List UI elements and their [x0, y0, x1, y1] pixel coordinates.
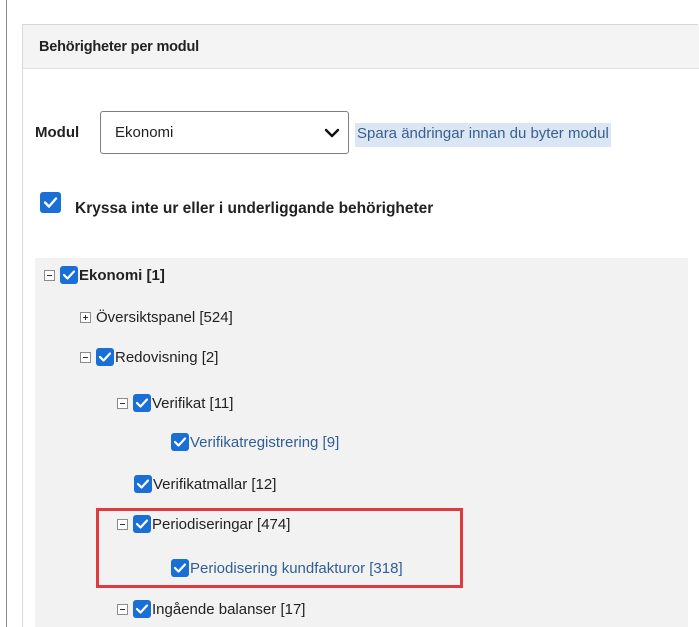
chevron-down-icon: [324, 128, 340, 138]
tree-checkbox[interactable]: [134, 475, 152, 493]
tree-node-label: Ingående balanser [17]: [152, 600, 306, 618]
tree-node-verifikatmallar: Verifikatmallar [12]: [134, 472, 276, 496]
tree-node-label: Redovisning [2]: [115, 348, 219, 366]
keep-permissions-label: Kryssa inte ur eller i underliggande beh…: [75, 200, 434, 217]
tree-node-label: Översiktspanel [524]: [96, 308, 233, 326]
checkmark-icon: [173, 437, 187, 447]
panel-header: Behörigheter per modul: [23, 25, 699, 69]
tree-checkbox[interactable]: [96, 348, 114, 366]
tree-checkbox[interactable]: [171, 433, 189, 451]
checkmark-icon: [135, 604, 149, 614]
tree-node-verifikatregistrering: Verifikatregistrering [9]: [171, 430, 339, 454]
collapse-icon[interactable]: [44, 269, 55, 281]
tree-node-verifikat: Verifikat [11]: [117, 391, 233, 415]
tree-node-ingaende-balanser: Ingående balanser [17]: [117, 597, 305, 621]
keep-permissions-checkbox[interactable]: [40, 192, 61, 213]
module-select[interactable]: Ekonomi: [100, 111, 349, 154]
tree-node-oversiktspanel: Översiktspanel [524]: [80, 305, 233, 329]
panel-title: Behörigheter per modul: [39, 39, 199, 55]
collapse-icon[interactable]: [117, 397, 128, 409]
page: Behörigheter per modul Modul Ekonomi Spa…: [0, 0, 699, 627]
checkmark-icon: [62, 270, 76, 280]
collapse-icon[interactable]: [80, 351, 91, 363]
module-hint: Spara ändringar innan du byter modul: [355, 123, 611, 147]
tree-node-ekonomi: Ekonomi [1]: [44, 263, 165, 287]
module-select-value: Ekonomi: [115, 124, 174, 141]
tree-node-label: Ekonomi [1]: [79, 266, 165, 284]
tree-node-redovisning: Redovisning [2]: [80, 345, 218, 369]
tree-checkbox[interactable]: [60, 266, 78, 284]
tree-checkbox[interactable]: [133, 600, 151, 618]
checkmark-icon: [136, 479, 150, 489]
tree-node-label: Verifikatregistrering [9]: [190, 433, 340, 451]
tree-node-label: Verifikatmallar [12]: [153, 475, 277, 493]
tree-node-label: Verifikat [11]: [152, 394, 234, 412]
collapse-icon[interactable]: [117, 603, 128, 615]
tree-checkbox[interactable]: [133, 394, 151, 412]
checkmark-icon: [135, 398, 149, 408]
module-label: Modul: [35, 124, 80, 141]
checkmark-icon: [98, 352, 112, 362]
expand-icon[interactable]: [80, 311, 91, 323]
checkmark-icon: [43, 197, 58, 208]
highlight-annotation-box: [96, 508, 463, 588]
window-edge: [6, 0, 7, 627]
